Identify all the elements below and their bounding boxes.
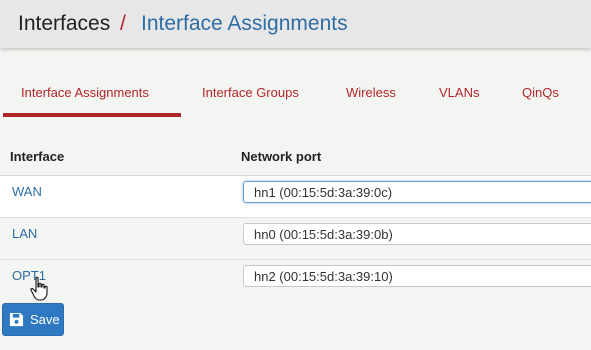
tab-wireless[interactable]: Wireless [346, 85, 396, 100]
active-tab-indicator [3, 113, 181, 117]
interface-link-lan[interactable]: LAN [12, 226, 37, 241]
interface-link-wan[interactable]: WAN [12, 184, 42, 199]
column-header-interface: Interface [10, 149, 65, 164]
network-port-select-opt1[interactable]: hn2 (00:15:5d:3a:39:10) [243, 265, 591, 287]
tab-qinqs[interactable]: QinQs [522, 85, 559, 100]
breadcrumb-separator: / [120, 12, 126, 35]
table-row: LAN hn0 (00:15:5d:3a:39:0b) [0, 218, 591, 260]
breadcrumb-root[interactable]: Interfaces [18, 12, 110, 36]
floppy-disk-icon [9, 312, 24, 327]
hand-pointer-cursor-icon [30, 276, 48, 301]
network-port-select-wan[interactable]: hn1 (00:15:5d:3a:39:0c) [243, 181, 591, 203]
save-button[interactable]: Save [2, 303, 64, 336]
column-header-network-port: Network port [241, 149, 322, 164]
network-port-select-lan[interactable]: hn0 (00:15:5d:3a:39:0b) [243, 223, 591, 245]
page-title[interactable]: Interface Assignments [141, 12, 348, 36]
tab-vlans[interactable]: VLANs [439, 85, 479, 100]
tab-bar: Interface Assignments Interface Groups W… [0, 72, 591, 118]
table-row: OPT1 hn2 (00:15:5d:3a:39:10) [0, 260, 591, 302]
tab-interface-groups[interactable]: Interface Groups [202, 85, 299, 100]
save-button-label: Save [30, 312, 60, 327]
page-header: Interfaces / Interface Assignments [0, 0, 591, 48]
table-row: WAN hn1 (00:15:5d:3a:39:0c) [0, 176, 591, 218]
tab-interface-assignments[interactable]: Interface Assignments [21, 85, 149, 100]
table-header-row: Interface Network port [0, 138, 591, 176]
